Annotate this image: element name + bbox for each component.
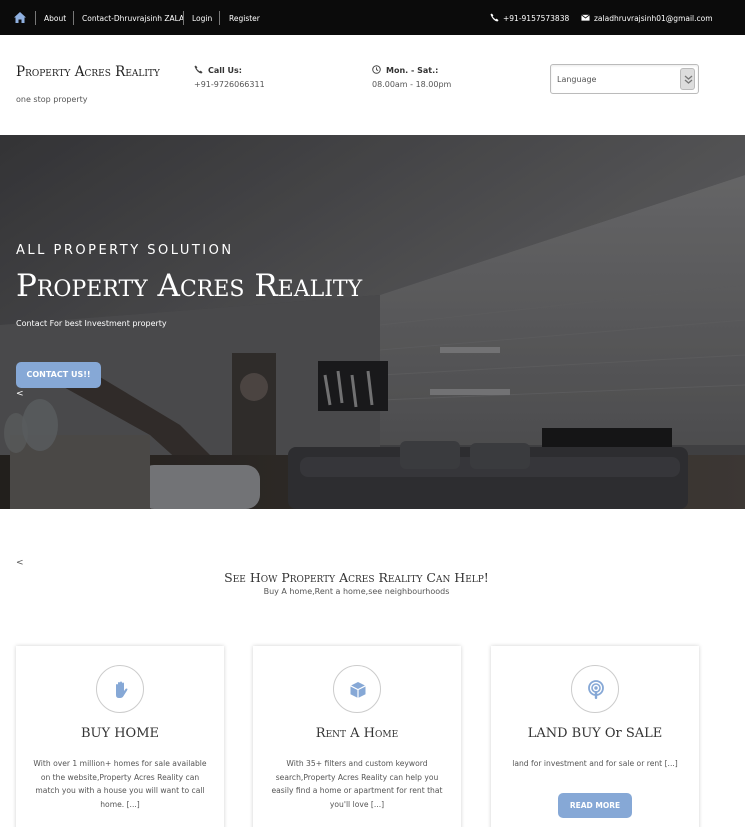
hand-icon	[116, 681, 128, 698]
podcast-icon	[588, 680, 604, 699]
home-icon[interactable]	[14, 12, 26, 23]
read-more-button[interactable]: READ MORE	[558, 793, 632, 818]
rent-home-card: Rent A Home With 35+ filters and custom …	[253, 646, 461, 827]
site-header: Property Acres Reality one stop property…	[0, 35, 745, 135]
divider	[219, 11, 220, 25]
card-icon-circle	[571, 665, 619, 713]
brand-name[interactable]: Property Acres Reality	[16, 65, 166, 80]
hero-kicker: ALL PROPERTY SOLUTION	[16, 243, 234, 258]
brand-tagline: one stop property	[16, 95, 88, 104]
card-icon-circle	[333, 665, 381, 713]
card-title: Rent A Home	[315, 726, 399, 741]
land-card: LAND BUY Or SALE land for investment and…	[491, 646, 699, 827]
hero-subtitle: Contact For best Investment property	[16, 319, 167, 328]
hero-prev-arrow[interactable]: <	[16, 389, 24, 399]
buy-home-card: BUY HOME With over 1 million+ homes for …	[16, 646, 224, 827]
card-text: land for investment and for sale or rent…	[512, 759, 678, 768]
phone-icon	[194, 65, 203, 74]
language-select-toggle[interactable]	[680, 68, 695, 90]
clock-icon	[372, 65, 381, 74]
nav-register-link[interactable]: Register	[229, 14, 260, 23]
card-text: With over 1 million+ homes for sale avai…	[33, 759, 207, 809]
top-bar: About Contact-Dhruvrajsinh ZALA Login Re…	[0, 0, 745, 35]
divider	[73, 11, 74, 25]
card-icon-circle	[96, 665, 144, 713]
phone-icon	[490, 13, 499, 22]
nav-login-link[interactable]: Login	[192, 14, 212, 23]
section-subtitle: Buy A home,Rent a home,see neighbourhood…	[263, 587, 450, 596]
double-chevron-icon	[684, 75, 693, 84]
hero-banner: ALL PROPERTY SOLUTION Property Acres Rea…	[0, 135, 745, 509]
divider	[35, 11, 36, 25]
divider	[183, 11, 184, 25]
card-title: LAND BUY Or SALE	[527, 726, 663, 741]
call-us-label: Call Us:	[208, 66, 242, 75]
contact-us-button[interactable]: CONTACT US!!	[16, 362, 101, 388]
section-prev-arrow[interactable]: <	[16, 558, 24, 568]
language-select-value: Language	[557, 75, 597, 84]
language-select[interactable]: Language	[550, 64, 699, 94]
section-title: See How Property Acres Reality Can Help!	[224, 570, 489, 585]
box-icon	[350, 682, 366, 698]
envelope-icon	[581, 14, 590, 21]
call-us-number[interactable]: +91-9726066311	[194, 80, 265, 89]
card-text: With 35+ filters and custom keyword sear…	[271, 759, 443, 809]
topbar-phone[interactable]: +91-9157573838	[503, 14, 569, 23]
nav-about-link[interactable]: About	[44, 14, 66, 23]
topbar-email[interactable]: zaladhruvrajsinh01@gmail.com	[594, 14, 713, 23]
hero-title: Property Acres Reality	[16, 268, 363, 304]
nav-contact-link[interactable]: Contact-Dhruvrajsinh ZALA	[82, 14, 184, 23]
hours-value: 08.00am - 18.00pm	[372, 80, 452, 89]
card-title: BUY HOME	[80, 726, 160, 741]
hours-label: Mon. - Sat.:	[386, 66, 439, 75]
